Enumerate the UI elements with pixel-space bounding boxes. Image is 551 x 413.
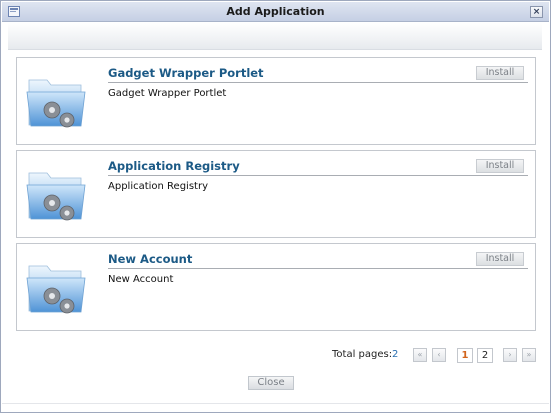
app-card-application-registry: Application Registry Application Registr… <box>16 150 536 238</box>
first-page-icon[interactable]: « <box>413 348 427 362</box>
folder-gears-icon <box>26 265 86 314</box>
total-pages-count: 2 <box>392 349 399 360</box>
dialog-titlebar[interactable]: Add Application × <box>2 2 549 22</box>
close-icon[interactable]: × <box>530 6 543 18</box>
total-pages-label: Total pages: <box>332 349 393 360</box>
app-card-gadget-wrapper-portlet: Gadget Wrapper Portlet Gadget Wrapper Po… <box>16 57 536 145</box>
app-name[interactable]: New Account <box>108 252 192 266</box>
previous-page-icon[interactable]: ‹ <box>432 348 446 362</box>
folder-gears-icon <box>26 79 86 128</box>
dialog-title: Add Application <box>226 5 325 18</box>
next-page-icon[interactable]: › <box>503 348 517 362</box>
app-description: Gadget Wrapper Portlet <box>108 88 227 99</box>
divider <box>108 268 528 269</box>
add-application-dialog: Add Application × Gadget Wrapper Portlet… <box>0 0 551 413</box>
last-page-icon[interactable]: » <box>522 348 536 362</box>
divider <box>108 82 528 83</box>
page-number-2[interactable]: 2 <box>477 348 493 363</box>
install-button[interactable]: Install <box>476 159 524 173</box>
app-card-new-account: New Account New Account Install <box>16 243 536 331</box>
install-button[interactable]: Install <box>476 252 524 266</box>
divider <box>108 175 528 176</box>
dialog-bottom-edge <box>2 403 549 412</box>
app-name[interactable]: Application Registry <box>108 159 240 173</box>
dialog-toolbar <box>8 23 542 50</box>
app-description: New Account <box>108 274 174 285</box>
app-description: Application Registry <box>108 181 208 192</box>
close-button[interactable]: Close <box>248 376 294 390</box>
folder-gears-icon <box>26 172 86 221</box>
page-number-1[interactable]: 1 <box>457 348 473 363</box>
install-button[interactable]: Install <box>476 66 524 80</box>
app-name[interactable]: Gadget Wrapper Portlet <box>108 66 264 80</box>
